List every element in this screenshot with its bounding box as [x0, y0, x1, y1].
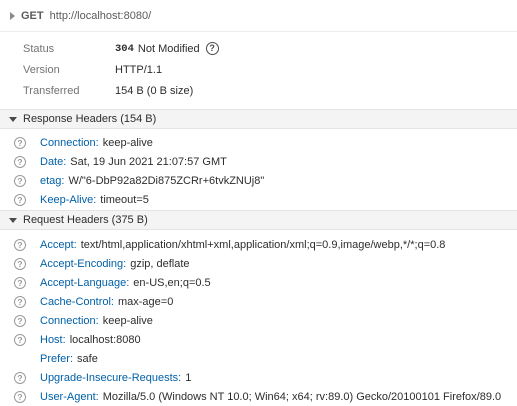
- status-value: 304 Not Modified ?: [115, 42, 219, 55]
- header-value: gzip, deflate: [130, 257, 190, 270]
- header-value: safe: [77, 352, 98, 365]
- header-value: W/"6-DbP92a82Di875ZCRr+6tvkZNUj8": [68, 174, 265, 187]
- question-circle-icon[interactable]: ?: [14, 371, 26, 384]
- header-value: 1: [185, 371, 192, 384]
- response-header-row: ? Date: Sat, 19 Jun 2021 21:07:57 GMT: [0, 152, 517, 171]
- header-name: Upgrade-Insecure-Requests:: [40, 371, 182, 384]
- chevron-down-icon[interactable]: [9, 217, 17, 223]
- header-name: etag:: [40, 174, 65, 187]
- request-header-row: ? Accept: text/html,application/xhtml+xml…: [0, 235, 517, 254]
- header-name: Accept-Encoding:: [40, 257, 127, 270]
- question-circle-icon[interactable]: ?: [14, 238, 26, 251]
- chevron-down-icon[interactable]: [9, 116, 17, 122]
- header-value: keep-alive: [102, 314, 153, 327]
- request-header-row: ? Accept-Encoding: gzip, deflate: [0, 254, 517, 273]
- question-circle-icon[interactable]: ?: [14, 136, 26, 149]
- request-summary-toggle[interactable]: GET http://localhost:8080/: [0, 0, 517, 32]
- response-summary: Status 304 Not Modified ? Version HTTP/1…: [0, 33, 517, 101]
- header-value: localhost:8080: [69, 333, 141, 346]
- question-circle-icon[interactable]: ?: [14, 257, 26, 270]
- request-header-row: ? Connection: keep-alive: [0, 311, 517, 330]
- header-name: Prefer:: [40, 352, 74, 365]
- request-url: http://localhost:8080/: [49, 9, 152, 22]
- question-circle-icon[interactable]: ?: [14, 333, 26, 346]
- question-circle-icon[interactable]: ?: [205, 42, 219, 55]
- question-circle-icon[interactable]: ?: [14, 390, 26, 403]
- question-circle-icon[interactable]: ?: [14, 276, 26, 289]
- question-circle-icon[interactable]: ?: [14, 174, 26, 187]
- response-header-row: ? Keep-Alive: timeout=5: [0, 190, 517, 209]
- header-value: max-age=0: [117, 295, 174, 308]
- question-circle-icon[interactable]: ?: [14, 193, 26, 206]
- response-header-row: ? Connection: keep-alive: [0, 133, 517, 152]
- request-header-row: ? User-Agent: Mozilla/5.0 (Windows NT 10.…: [0, 387, 517, 406]
- question-circle-icon[interactable]: ?: [14, 155, 26, 168]
- header-name: User-Agent:: [40, 390, 99, 403]
- request-method: GET: [21, 9, 44, 22]
- header-name: Cache-Control:: [40, 295, 114, 308]
- header-value: Sat, 19 Jun 2021 21:07:57 GMT: [70, 155, 227, 168]
- request-header-row: Prefer: safe: [0, 349, 517, 368]
- request-header-row: ? Cache-Control: max-age=0: [0, 292, 517, 311]
- request-headers-toggle[interactable]: Request Headers (375 B): [0, 210, 517, 230]
- response-headers-title: Response Headers (154 B): [23, 113, 157, 125]
- header-value: en-US,en;q=0.5: [133, 276, 211, 289]
- transferred-value: 154 B (0 B size): [115, 84, 194, 97]
- transferred-label: Transferred: [23, 84, 80, 97]
- chevron-right-icon[interactable]: [10, 11, 15, 20]
- header-value: keep-alive: [102, 136, 153, 149]
- version-row: Version HTTP/1.1: [0, 59, 517, 80]
- header-name: Host:: [40, 333, 66, 346]
- header-name: Connection:: [40, 314, 99, 327]
- header-name: Keep-Alive:: [40, 193, 97, 206]
- response-header-row: ? etag: W/"6-DbP92a82Di875ZCRr+6tvkZNUj8": [0, 171, 517, 190]
- response-headers-toggle[interactable]: Response Headers (154 B): [0, 109, 517, 129]
- status-label: Status: [23, 42, 55, 55]
- request-header-row: ? Upgrade-Insecure-Requests: 1: [0, 368, 517, 387]
- status-text: Not Modified: [137, 42, 200, 55]
- header-name: Date:: [40, 155, 67, 168]
- header-name: Connection:: [40, 136, 99, 149]
- request-header-row: ? Accept-Language: en-US,en;q=0.5: [0, 273, 517, 292]
- header-value: Mozilla/5.0 (Windows NT 10.0; Win64; x64…: [102, 390, 502, 403]
- header-name: Accept:: [40, 238, 77, 251]
- header-value: timeout=5: [100, 193, 149, 206]
- version-value: HTTP/1.1: [115, 63, 163, 76]
- header-name: Accept-Language:: [40, 276, 130, 289]
- question-circle-icon[interactable]: ?: [14, 295, 26, 308]
- header-value: text/html,application/xhtml+xml,applicat…: [80, 238, 446, 251]
- transferred-row: Transferred 154 B (0 B size): [0, 80, 517, 101]
- version-label: Version: [23, 63, 60, 76]
- status-code: 304: [115, 42, 134, 55]
- status-row: Status 304 Not Modified ?: [0, 38, 517, 59]
- request-header-row: ? Host: localhost:8080: [0, 330, 517, 349]
- request-headers-title: Request Headers (375 B): [23, 214, 148, 226]
- question-circle-icon[interactable]: ?: [14, 314, 26, 327]
